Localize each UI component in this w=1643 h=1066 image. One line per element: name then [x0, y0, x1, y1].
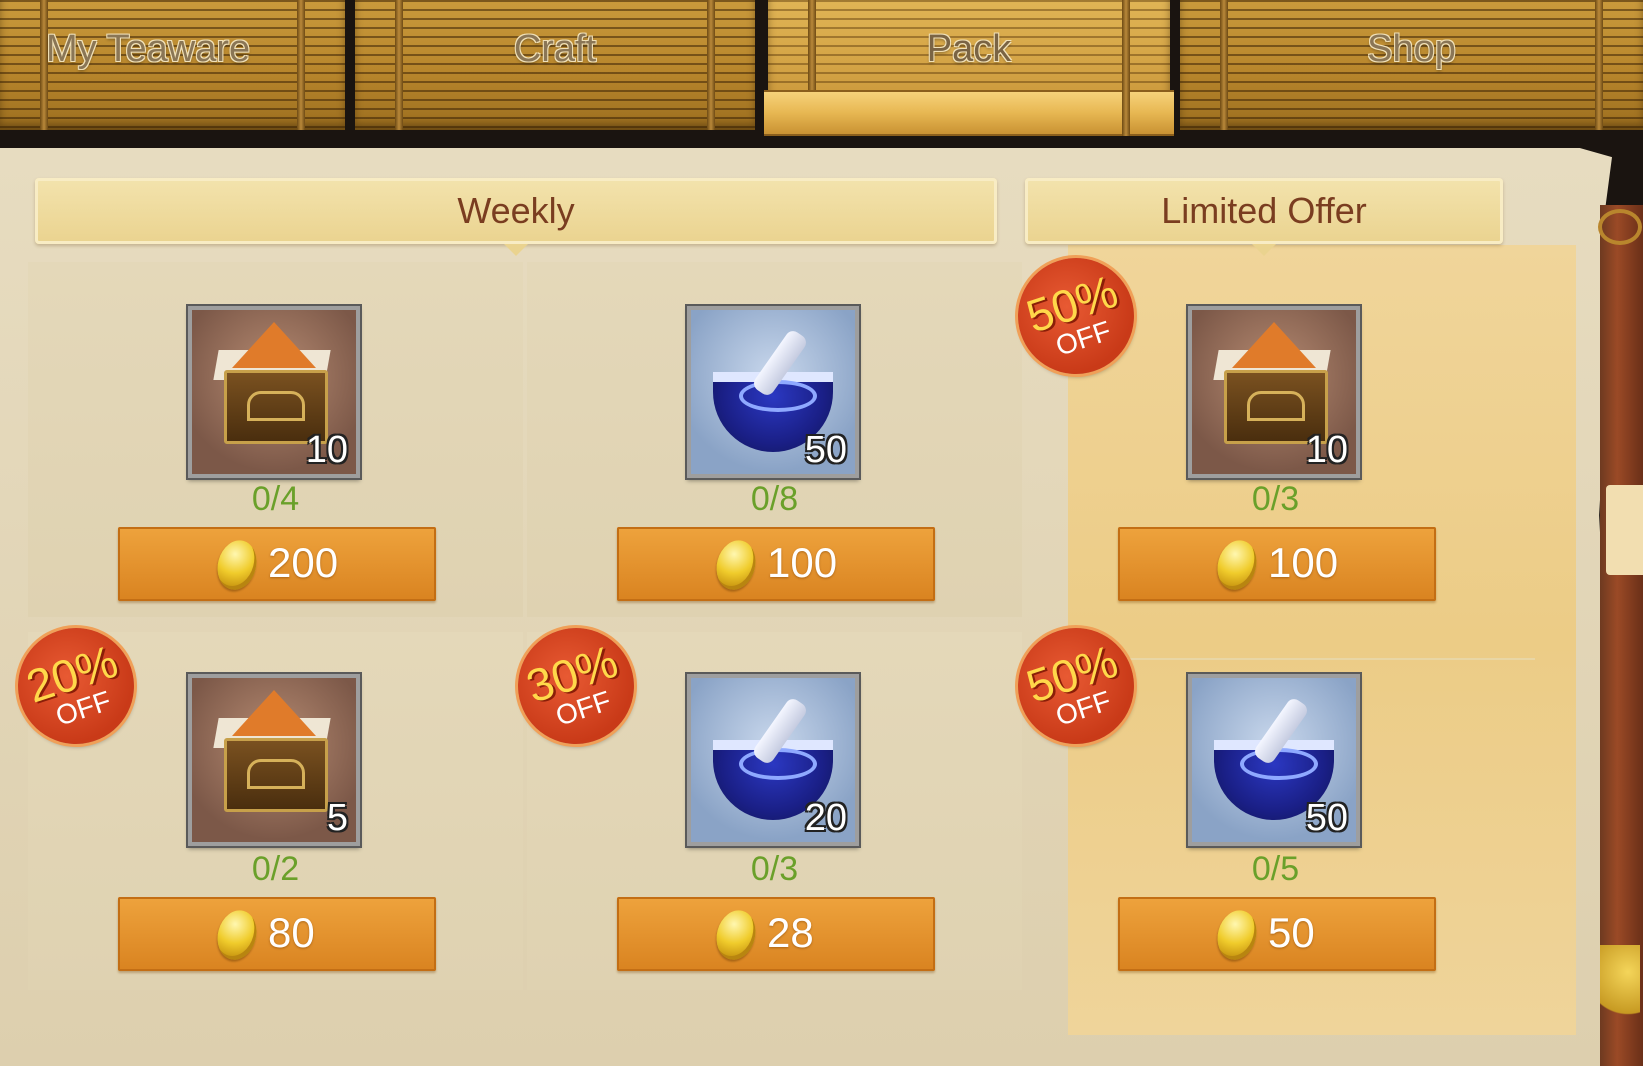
purchase-limit: 0/5 [1251, 850, 1300, 888]
tab-label: Pack [926, 28, 1012, 70]
buy-button[interactable]: 28 [617, 897, 935, 971]
ring-icon [1598, 209, 1642, 245]
item-thumbnail[interactable]: 10 [1188, 306, 1360, 478]
price: 100 [1268, 539, 1339, 586]
item-thumbnail[interactable]: 10 [188, 306, 360, 478]
tea-box-icon [224, 738, 328, 812]
coin-icon [1212, 535, 1262, 595]
price: 80 [268, 909, 315, 956]
tab-my-teaware[interactable]: My Teaware [0, 0, 345, 130]
purchase-limit: 0/3 [750, 850, 799, 888]
coin-icon [212, 535, 262, 595]
active-tab-roll [764, 90, 1174, 136]
price: 200 [268, 539, 339, 586]
item-thumbnail[interactable]: 5 [188, 674, 360, 846]
item-count: 10 [305, 429, 348, 471]
buy-button[interactable]: 200 [118, 527, 436, 601]
price: 28 [767, 909, 814, 956]
item-thumbnail[interactable]: 50 [1188, 674, 1360, 846]
buy-button[interactable]: 50 [1118, 897, 1436, 971]
coin-icon [711, 905, 761, 965]
purchase-limit: 0/4 [251, 480, 300, 518]
tab-label: Shop [1367, 28, 1456, 70]
buy-button[interactable]: 100 [1118, 527, 1436, 601]
item-count: 50 [804, 429, 847, 471]
tab-bar: My Teaware Craft Pack Shop [0, 0, 1643, 140]
coin-icon [1212, 905, 1262, 965]
pack-item-card: 10 0/4 200 [28, 262, 523, 617]
side-tag[interactable] [1606, 485, 1643, 575]
item-count: 5 [326, 797, 348, 839]
weekly-header: Weekly [35, 178, 997, 256]
tab-label: My Teaware [46, 28, 251, 70]
tab-pack[interactable]: Pack [764, 0, 1174, 136]
item-thumbnail[interactable]: 20 [687, 674, 859, 846]
price: 100 [767, 539, 838, 586]
tab-shop[interactable]: Shop [1180, 0, 1643, 130]
tab-label: Craft [513, 28, 597, 70]
limited-offer-header: Limited Offer [1025, 178, 1503, 256]
coin-icon [212, 905, 262, 965]
purchase-limit: 0/8 [750, 480, 799, 518]
price: 50 [1268, 909, 1315, 956]
item-count: 10 [1305, 429, 1348, 471]
tab-craft[interactable]: Craft [355, 0, 755, 130]
leaf-decoration-icon [1600, 945, 1640, 1035]
item-count: 50 [1305, 797, 1348, 839]
purchase-limit: 0/2 [251, 850, 300, 888]
side-frame [1598, 205, 1643, 1066]
pack-item-card: 50 0/8 100 [527, 262, 1022, 617]
item-thumbnail[interactable]: 50 [687, 306, 859, 478]
item-count: 20 [804, 797, 847, 839]
coin-icon [711, 535, 761, 595]
purchase-limit: 0/3 [1251, 480, 1300, 518]
buy-button[interactable]: 100 [617, 527, 935, 601]
buy-button[interactable]: 80 [118, 897, 436, 971]
